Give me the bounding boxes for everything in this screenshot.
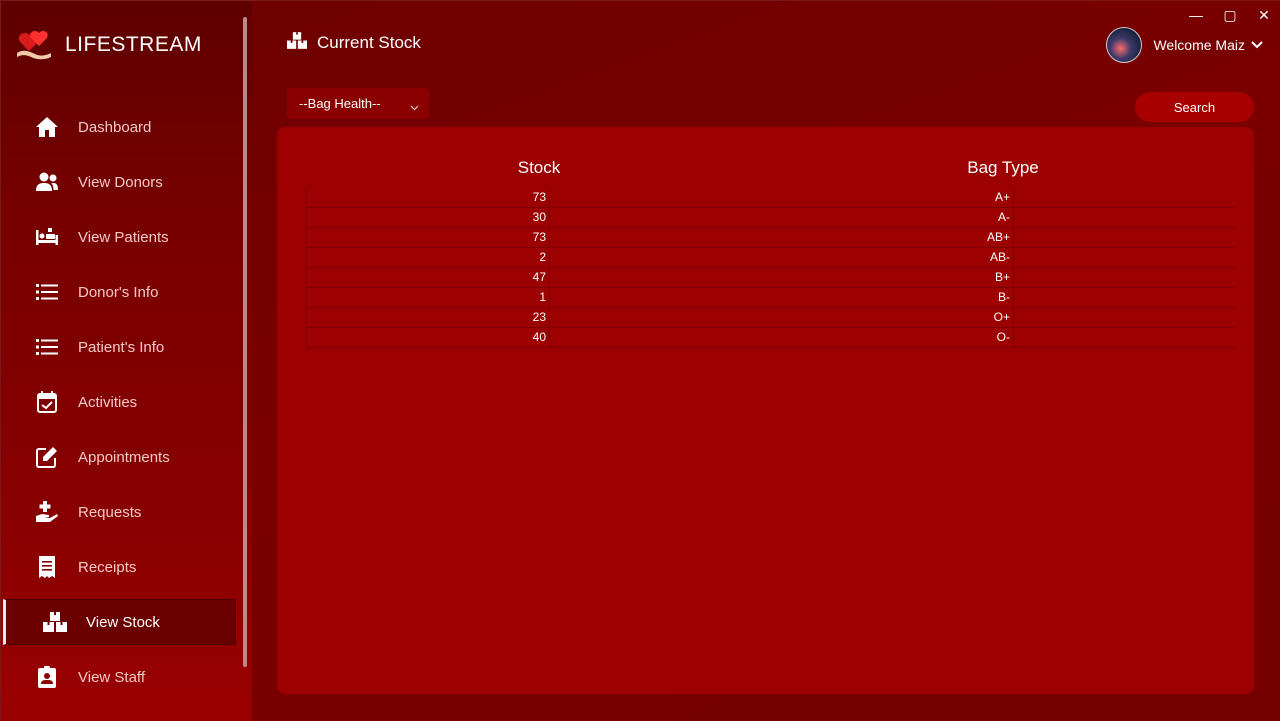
user-menu[interactable]: Welcome Maiz — [1106, 27, 1263, 63]
bag-type-cell: A+ — [550, 188, 1014, 207]
stock-panel: Stock Bag Type 73 A+ 30 A- 73 AB+ 2 AB- 47 B+ 1 B- 2… — [277, 127, 1254, 694]
sidebar-item-label: Dashboard — [78, 118, 152, 136]
welcome-text[interactable]: Welcome Maiz — [1153, 37, 1245, 53]
bag-type-cell: AB- — [550, 248, 1014, 267]
sidebar-item-label: Donor's Info — [78, 283, 159, 301]
edit-icon — [35, 445, 59, 469]
sidebar-item-label: Activities — [78, 393, 138, 411]
sidebar-item-label: Receipts — [78, 558, 137, 576]
window-controls: — ▢ ✕ — [1179, 1, 1280, 29]
home-icon — [35, 115, 59, 139]
sidebar-scrollbar[interactable] — [243, 17, 247, 667]
hand-medical-icon — [35, 500, 59, 524]
users-icon — [35, 170, 59, 194]
calendar-check-icon — [35, 390, 59, 414]
avatar[interactable] — [1106, 27, 1143, 63]
chevron-down-icon — [410, 98, 419, 116]
list-icon — [35, 280, 59, 304]
bag-health-select[interactable]: --Bag Health-- — [287, 88, 429, 119]
sidebar-item-view-donors[interactable]: View Donors — [3, 159, 236, 205]
maximize-button[interactable]: ▢ — [1213, 1, 1247, 29]
sidebar-item-label: View Patients — [78, 228, 169, 246]
sidebar-item-view-staff[interactable]: View Staff — [3, 654, 236, 700]
stock-cell: 47 — [307, 268, 550, 287]
app-window: LIFESTREAM Dashboard View Donors View Pa… — [0, 0, 1280, 721]
table-row[interactable]: 40 O- — [306, 328, 1235, 348]
column-header-bag-type[interactable]: Bag Type — [967, 158, 1039, 178]
sidebar: LIFESTREAM Dashboard View Donors View Pa… — [1, 1, 252, 721]
bag-type-cell: B+ — [550, 268, 1014, 287]
minimize-button[interactable]: — — [1179, 1, 1213, 29]
boxes-icon — [43, 610, 67, 634]
close-button[interactable]: ✕ — [1247, 1, 1280, 29]
stock-cell: 30 — [307, 208, 550, 227]
chevron-down-icon[interactable] — [1251, 41, 1263, 49]
app-name: LIFESTREAM — [65, 33, 202, 56]
main-content: — ▢ ✕ Current Stock Welcome Maiz --Bag H… — [252, 1, 1280, 721]
sidebar-item-activities[interactable]: Activities — [3, 379, 236, 425]
stock-cell: 2 — [307, 248, 550, 267]
list-icon — [35, 335, 59, 359]
table-row[interactable]: 73 A+ — [306, 188, 1235, 208]
receipt-icon — [35, 555, 59, 579]
table-row[interactable]: 73 AB+ — [306, 228, 1235, 248]
sidebar-item-requests[interactable]: Requests — [3, 489, 236, 535]
table-header: Stock Bag Type — [306, 152, 1235, 188]
stock-cell: 1 — [307, 288, 550, 307]
stock-cell: 40 — [307, 328, 550, 347]
sidebar-item-label: Requests — [78, 503, 142, 521]
sidebar-item-patients-info[interactable]: Patient's Info — [3, 324, 236, 370]
table-row[interactable]: 2 AB- — [306, 248, 1235, 268]
logo-icon — [15, 27, 53, 63]
sidebar-item-donors-info[interactable]: Donor's Info — [3, 269, 236, 315]
table-body: 73 A+ 30 A- 73 AB+ 2 AB- 47 B+ 1 B- 23 O+ 40 O- — [306, 188, 1235, 348]
sidebar-item-label: Patient's Info — [78, 338, 165, 356]
sidebar-item-label: View Donors — [78, 173, 163, 191]
stock-cell: 73 — [307, 188, 550, 207]
sidebar-item-view-patients[interactable]: View Patients — [3, 214, 236, 260]
bag-type-cell: AB+ — [550, 228, 1014, 247]
sidebar-item-dashboard[interactable]: Dashboard — [3, 104, 236, 150]
sidebar-item-receipts[interactable]: Receipts — [3, 544, 236, 590]
bed-icon — [35, 225, 59, 249]
sidebar-item-appointments[interactable]: Appointments — [3, 434, 236, 480]
page-title: Current Stock — [317, 33, 421, 52]
sidebar-item-label: Appointments — [78, 448, 170, 466]
stock-cell: 23 — [307, 308, 550, 327]
table-row[interactable]: 47 B+ — [306, 268, 1235, 288]
id-badge-icon — [35, 665, 59, 689]
stock-table: Stock Bag Type 73 A+ 30 A- 73 AB+ 2 AB- 47 B+ 1 B- 2… — [306, 152, 1235, 348]
bag-type-cell: A- — [550, 208, 1014, 227]
bag-type-cell: O+ — [550, 308, 1014, 327]
boxes-icon — [287, 32, 307, 54]
stock-cell: 73 — [307, 228, 550, 247]
table-row[interactable]: 23 O+ — [306, 308, 1235, 328]
sidebar-item-view-stock[interactable]: View Stock — [3, 599, 236, 645]
select-value: --Bag Health-- — [299, 96, 381, 111]
bag-type-cell: O- — [550, 328, 1014, 347]
table-row[interactable]: 30 A- — [306, 208, 1235, 228]
sidebar-item-label: View Stock — [86, 613, 160, 631]
search-button[interactable]: Search — [1135, 92, 1254, 122]
page-header: Current Stock — [287, 32, 421, 54]
column-header-stock[interactable]: Stock — [518, 158, 561, 178]
table-row[interactable]: 1 B- — [306, 288, 1235, 308]
brand: LIFESTREAM — [15, 27, 202, 63]
sidebar-item-label: View Staff — [78, 668, 145, 686]
bag-type-cell: B- — [550, 288, 1014, 307]
